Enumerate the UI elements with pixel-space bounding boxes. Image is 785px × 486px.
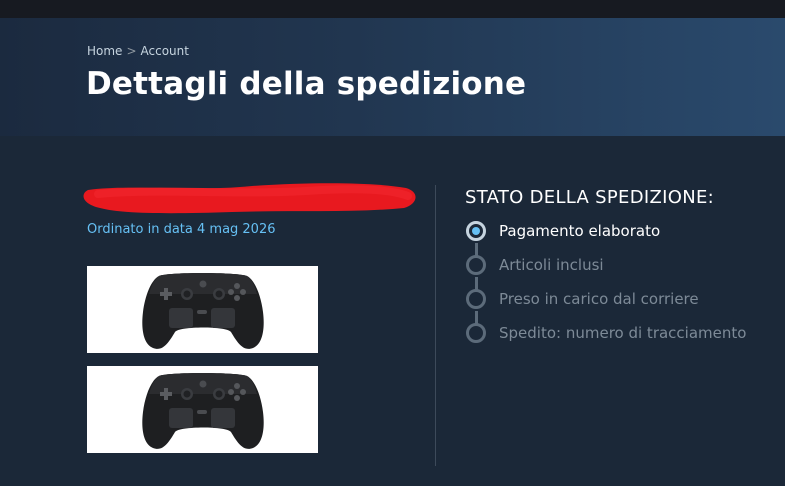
- step-active-dot-icon: [466, 221, 486, 241]
- status-step-label: Preso in carico dal corriere: [499, 290, 699, 308]
- shipping-status-heading: STATO DELLA SPEDIZIONE:: [465, 187, 714, 208]
- product-image[interactable]: [87, 366, 318, 453]
- status-step-picked-up-by-courier: Preso in carico dal corriere: [465, 288, 785, 310]
- step-pending-dot-icon: [466, 289, 486, 309]
- order-date: Ordinato in data 4 mag 2026: [87, 222, 276, 237]
- breadcrumb: Home > Account: [87, 44, 189, 58]
- top-navigation-bar: [0, 0, 785, 18]
- shipping-status-timeline: Pagamento elaborato Articoli inclusi Pre…: [465, 220, 785, 360]
- status-step-shipped-tracking: Spedito: numero di tracciamento: [465, 322, 785, 344]
- status-step-label: Articoli inclusi: [499, 256, 604, 274]
- breadcrumb-separator: >: [126, 44, 137, 58]
- gamepad-controller-icon: [142, 373, 264, 449]
- vertical-divider: [435, 185, 436, 466]
- breadcrumb-account-link[interactable]: Account: [141, 44, 189, 58]
- redacted-product-name: [72, 180, 420, 214]
- product-image[interactable]: [87, 266, 318, 353]
- gamepad-controller-icon: [142, 273, 264, 349]
- redaction-scribble: [83, 183, 416, 214]
- page-title: Dettagli della spedizione: [86, 66, 527, 102]
- breadcrumb-home-link[interactable]: Home: [87, 44, 122, 58]
- status-step-items-included: Articoli inclusi: [465, 254, 785, 276]
- step-pending-dot-icon: [466, 255, 486, 275]
- status-step-payment-processed: Pagamento elaborato: [465, 220, 785, 242]
- status-step-label: Spedito: numero di tracciamento: [499, 324, 747, 342]
- step-pending-dot-icon: [466, 323, 486, 343]
- status-step-label: Pagamento elaborato: [499, 222, 661, 240]
